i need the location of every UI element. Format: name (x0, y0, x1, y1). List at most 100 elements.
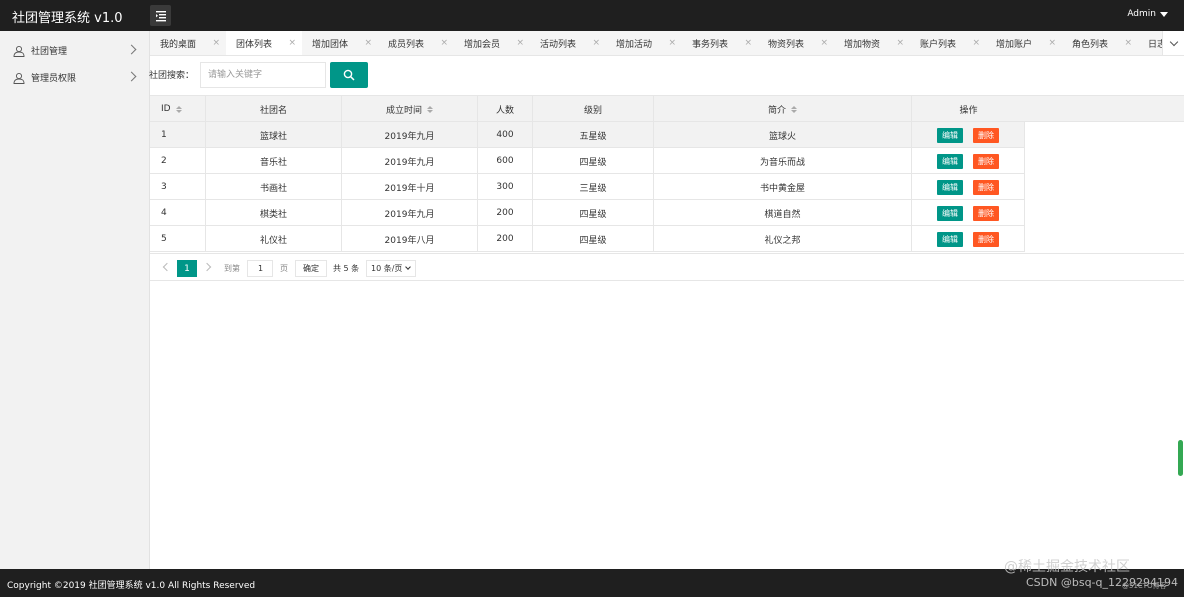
user-name: Admin (1127, 9, 1156, 19)
table-row[interactable]: 5 礼仪社 2019年八月 200 四星级 礼仪之邦 编辑 删除 (150, 226, 1025, 252)
close-icon[interactable]: × (440, 38, 448, 48)
delete-button[interactable]: 删除 (973, 179, 999, 195)
edit-button[interactable]: 编辑 (937, 153, 963, 169)
tab-add-activity[interactable]: 增加活动 × (606, 31, 682, 55)
chevron-right-icon (126, 44, 137, 55)
close-icon[interactable]: × (896, 38, 904, 48)
delete-button[interactable]: 删除 (973, 127, 999, 143)
tab-more-button[interactable] (1162, 31, 1184, 55)
edit-button[interactable]: 编辑 (937, 231, 963, 247)
user-icon (13, 72, 25, 84)
tab-label: 增加团体 (312, 39, 349, 50)
edit-button[interactable]: 编辑 (937, 179, 963, 195)
column-label: 社团名 (259, 105, 287, 116)
pagination: 1 到第 页 确定 共 5 条 10 条/页 (150, 253, 1184, 281)
tab-account-list[interactable]: 账户列表 × (910, 31, 986, 55)
column-header-level: 级别 (533, 96, 654, 122)
close-icon[interactable]: × (288, 38, 296, 48)
search-button[interactable] (330, 62, 368, 88)
tab-member-list[interactable]: 成员列表 × (378, 31, 454, 55)
close-icon[interactable]: × (668, 38, 676, 48)
close-icon[interactable]: × (212, 38, 220, 48)
total-count: 共 5 条 (333, 264, 360, 273)
tab-my-desktop[interactable]: 我的桌面 × (150, 31, 226, 55)
cell-actions: 编辑 删除 (912, 200, 1025, 226)
column-label: 操作 (959, 105, 978, 116)
goto-page-input[interactable] (247, 260, 273, 277)
tab-affairs-list[interactable]: 事务列表 × (682, 31, 758, 55)
cell-name: 篮球社 (206, 122, 342, 148)
page-unit-label: 页 (280, 264, 288, 273)
cell-actions: 编辑 删除 (912, 148, 1025, 174)
sidebar-item-club-management[interactable]: 社团管理 (0, 37, 149, 64)
column-header-intro[interactable]: 简介 (654, 96, 912, 122)
tab-label: 增加活动 (616, 39, 653, 50)
tab-role-list[interactable]: 角色列表 × (1062, 31, 1138, 55)
delete-button[interactable]: 删除 (973, 153, 999, 169)
watermark-51cto: @51CTO博客 (1122, 582, 1167, 590)
table-row[interactable]: 1 篮球社 2019年九月 400 五星级 篮球火 编辑 删除 (150, 122, 1025, 148)
cell-level: 四星级 (533, 200, 654, 226)
tab-supplies-list[interactable]: 物资列表 × (758, 31, 834, 55)
cell-actions: 编辑 删除 (912, 122, 1025, 148)
page-current[interactable]: 1 (177, 260, 197, 277)
sort-icon[interactable] (175, 105, 182, 113)
edit-button[interactable]: 编辑 (937, 205, 963, 221)
page-size-select[interactable]: 10 条/页 (366, 260, 416, 277)
tab-add-club[interactable]: 增加团体 × (302, 31, 378, 55)
close-icon[interactable]: × (364, 38, 372, 48)
tab-add-supplies[interactable]: 增加物资 × (834, 31, 910, 55)
close-icon[interactable]: × (1048, 38, 1056, 48)
chevron-down-icon (405, 264, 411, 270)
cell-intro: 篮球火 (654, 122, 912, 148)
tab-label: 团体列表 (236, 39, 273, 50)
close-icon[interactable]: × (972, 38, 980, 48)
delete-button[interactable]: 删除 (973, 205, 999, 221)
close-icon[interactable]: × (1124, 38, 1132, 48)
chevron-down-icon (1169, 37, 1178, 47)
menu-toggle-button[interactable] (150, 5, 171, 26)
next-page-icon[interactable] (202, 262, 212, 272)
cell-id: 1 (150, 122, 206, 148)
table-row[interactable]: 2 音乐社 2019年九月 600 四星级 为音乐而战 编辑 删除 (150, 148, 1025, 174)
cell-date: 2019年九月 (342, 200, 478, 226)
cell-actions: 编辑 删除 (912, 174, 1025, 200)
sort-icon[interactable] (791, 105, 797, 113)
sidebar-item-admin-permissions[interactable]: 管理员权限 (0, 64, 149, 91)
sort-icon[interactable] (427, 105, 433, 113)
column-header-count: 人数 (478, 96, 533, 122)
cell-name: 音乐社 (206, 148, 342, 174)
tab-label: 增加会员 (464, 39, 501, 50)
sidebar-item-label: 社团管理 (31, 47, 68, 57)
copyright-text: Copyright ©2019 社团管理系统 v1.0 All Rights R… (7, 581, 256, 591)
tab-label: 角色列表 (1072, 39, 1109, 50)
user-menu[interactable]: Admin (1127, 9, 1168, 19)
cell-level: 四星级 (533, 226, 654, 252)
cell-date: 2019年十月 (342, 174, 478, 200)
tab-add-member[interactable]: 增加会员 × (454, 31, 530, 55)
tab-activity-list[interactable]: 活动列表 × (530, 31, 606, 55)
app-title: 社团管理系统 v1.0 (12, 11, 123, 26)
cell-count: 200 (478, 200, 533, 226)
scrollbar-thumb[interactable] (1178, 440, 1183, 476)
search-input[interactable] (200, 62, 326, 88)
goto-confirm-button[interactable]: 确定 (295, 260, 327, 277)
table-row[interactable]: 4 棋类社 2019年九月 200 四星级 棋道自然 编辑 删除 (150, 200, 1025, 226)
table-row[interactable]: 3 书画社 2019年十月 300 三星级 书中黄金屋 编辑 删除 (150, 174, 1025, 200)
close-icon[interactable]: × (744, 38, 752, 48)
cell-id: 2 (150, 148, 206, 174)
column-label: 简介 (767, 105, 786, 116)
tab-add-account[interactable]: 增加账户 × (986, 31, 1062, 55)
cell-count: 400 (478, 122, 533, 148)
tab-club-list[interactable]: 团体列表 × (226, 31, 302, 55)
cell-name: 礼仪社 (206, 226, 342, 252)
column-header-date[interactable]: 成立时间 (342, 96, 478, 122)
close-icon[interactable]: × (592, 38, 600, 48)
delete-button[interactable]: 删除 (973, 231, 999, 247)
edit-button[interactable]: 编辑 (937, 127, 963, 143)
close-icon[interactable]: × (820, 38, 828, 48)
cell-id: 5 (150, 226, 206, 252)
prev-page-icon[interactable] (162, 262, 172, 272)
column-header-id[interactable]: ID (150, 96, 206, 122)
close-icon[interactable]: × (516, 38, 524, 48)
